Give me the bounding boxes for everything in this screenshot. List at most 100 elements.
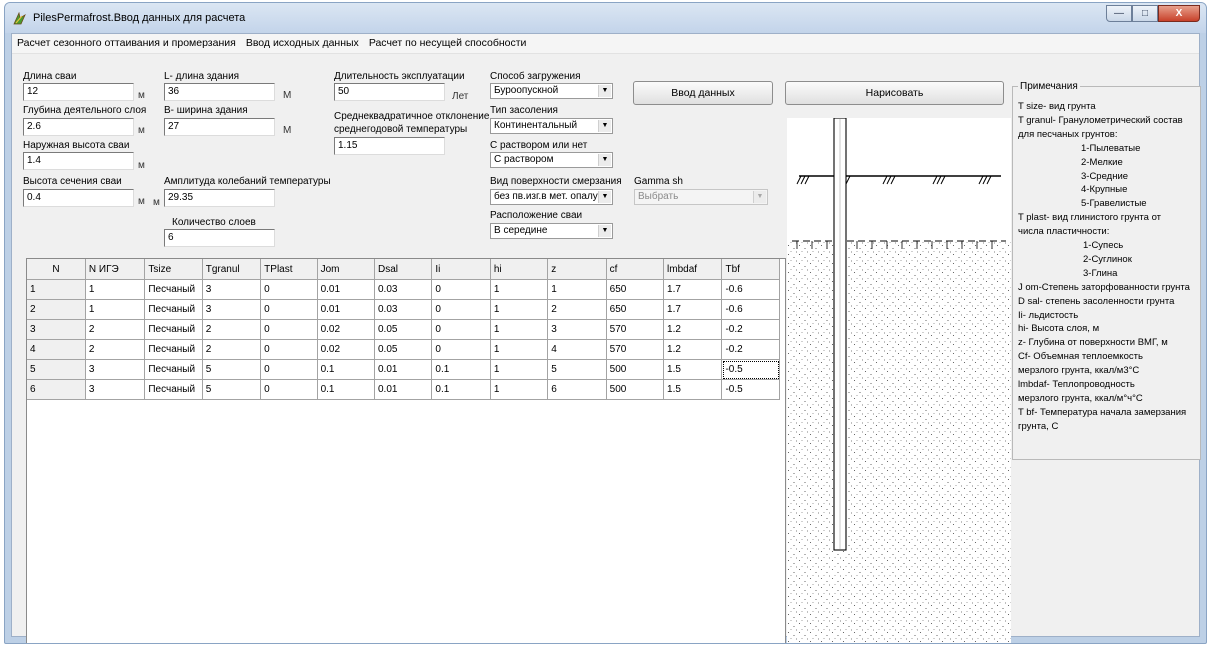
row-header-cell[interactable]: 3 (27, 319, 86, 340)
table-cell[interactable]: 1 (85, 279, 146, 300)
table-cell[interactable]: 0.1 (317, 359, 375, 380)
table-cell[interactable]: 0 (431, 279, 491, 300)
table-row[interactable]: 4 2 Песчаный 2 0 0.02 0.05 0 1 4 570 1.2 -0.2 (27, 339, 780, 360)
table-cell[interactable]: 0.1 (317, 379, 375, 400)
table-cell[interactable]: -0.6 (721, 279, 780, 300)
table-cell[interactable]: 2 (547, 299, 607, 320)
table-cell[interactable]: -0.5 (721, 379, 780, 400)
table-cell[interactable]: 0.02 (317, 339, 375, 360)
table-cell[interactable]: 3 (85, 379, 146, 400)
table-cell[interactable]: 1.2 (663, 319, 723, 340)
table-cell[interactable]: 570 (606, 339, 665, 360)
active-layer-input[interactable]: 2.6 (23, 118, 134, 136)
table-cell[interactable]: 1 (490, 359, 549, 380)
table-cell[interactable]: 0.01 (374, 359, 433, 380)
column-header[interactable]: Jom (317, 259, 375, 280)
row-header-cell[interactable]: 4 (27, 339, 86, 360)
input-data-button[interactable]: Ввод данных (633, 81, 773, 105)
table-cell[interactable]: 0.02 (317, 319, 375, 340)
pile-position-select[interactable]: В середине ▼ (490, 223, 613, 239)
title-bar[interactable]: PilesPermafrost.Ввод данных для расчета … (5, 3, 1206, 33)
service-duration-input[interactable]: 50 (334, 83, 445, 101)
minimize-button[interactable]: — (1106, 5, 1132, 22)
column-header[interactable]: Ii (431, 259, 491, 280)
freeze-surface-select[interactable]: без пв.изг.в мет. опалуб ▼ (490, 189, 613, 205)
table-cell[interactable]: 0 (260, 279, 318, 300)
table-cell[interactable]: 1 (490, 279, 549, 300)
table-cell[interactable]: 0 (431, 319, 491, 340)
table-cell[interactable]: -0.5 (721, 359, 780, 380)
table-cell[interactable]: 0.05 (374, 339, 433, 360)
table-cell[interactable]: 500 (606, 359, 665, 380)
table-cell[interactable]: Песчаный (144, 299, 203, 320)
table-cell[interactable]: 3 (202, 279, 262, 300)
table-cell[interactable]: Песчаный (144, 339, 203, 360)
table-cell[interactable]: 1.7 (663, 279, 723, 300)
table-cell[interactable]: -0.6 (721, 299, 780, 320)
column-header[interactable]: z (547, 259, 607, 280)
table-cell[interactable]: 4 (547, 339, 607, 360)
table-cell[interactable]: 3 (547, 319, 607, 340)
table-cell[interactable]: 0 (260, 319, 318, 340)
table-cell[interactable]: 3 (85, 359, 146, 380)
table-cell[interactable]: 1.2 (663, 339, 723, 360)
table-cell[interactable]: 0 (431, 339, 491, 360)
table-cell[interactable]: 2 (202, 339, 262, 360)
row-header-cell[interactable]: 1 (27, 279, 86, 300)
table-cell[interactable]: 3 (202, 299, 262, 320)
table-cell[interactable]: 1 (547, 279, 607, 300)
column-header[interactable]: Tsize (144, 259, 203, 280)
table-cell[interactable]: 1 (490, 299, 549, 320)
table-cell[interactable]: Песчаный (144, 279, 203, 300)
table-cell[interactable]: 1.5 (663, 359, 723, 380)
menu-input-data[interactable]: Ввод исходных данных (241, 34, 364, 53)
loading-method-select[interactable]: Буроопускной ▼ (490, 83, 613, 99)
table-cell[interactable]: 5 (202, 359, 262, 380)
table-cell[interactable]: 2 (85, 319, 146, 340)
table-cell[interactable]: 2 (85, 339, 146, 360)
table-cell[interactable]: 500 (606, 379, 665, 400)
chevron-down-icon[interactable]: ▼ (598, 120, 611, 132)
table-cell[interactable]: 650 (606, 299, 665, 320)
pile-outer-height-input[interactable]: 1.4 (23, 152, 134, 170)
soil-layers-grid[interactable]: N N ИГЭ Tsize Tgranul TPlast Jom Dsal Ii… (26, 258, 786, 643)
table-cell[interactable]: 1.7 (663, 299, 723, 320)
table-cell[interactable]: 650 (606, 279, 665, 300)
table-cell[interactable]: Песчаный (144, 359, 203, 380)
table-cell[interactable]: 0.03 (374, 279, 433, 300)
table-cell[interactable]: -0.2 (721, 319, 780, 340)
chevron-down-icon[interactable]: ▼ (598, 191, 611, 203)
table-cell[interactable]: 0.03 (374, 299, 433, 320)
table-cell[interactable]: 0.01 (317, 279, 375, 300)
table-row[interactable]: 6 3 Песчаный 5 0 0.1 0.01 0.1 1 6 500 1.5 -0.5 (27, 379, 780, 400)
maximize-button[interactable]: □ (1132, 5, 1158, 22)
table-cell[interactable]: 0 (260, 339, 318, 360)
chevron-down-icon[interactable]: ▼ (598, 154, 611, 166)
table-cell[interactable]: 2 (202, 319, 262, 340)
temp-amplitude-input[interactable]: 29.35 (164, 189, 275, 207)
close-button[interactable]: X (1158, 5, 1200, 22)
table-row[interactable]: 1 1 Песчаный 3 0 0.01 0.03 0 1 1 650 1.7 -0.6 (27, 279, 780, 300)
table-cell[interactable]: 1 (85, 299, 146, 320)
table-cell[interactable]: -0.2 (721, 339, 780, 360)
row-header-cell[interactable]: 5 (27, 359, 86, 380)
layer-count-input[interactable]: 6 (164, 229, 275, 247)
table-cell[interactable]: 0.1 (431, 379, 491, 400)
table-cell[interactable]: 0 (260, 359, 318, 380)
column-header[interactable]: Tbf (721, 259, 780, 280)
column-header[interactable]: N ИГЭ (85, 259, 146, 280)
building-width-input[interactable]: 27 (164, 118, 275, 136)
table-cell[interactable]: 1.5 (663, 379, 723, 400)
chevron-down-icon[interactable]: ▼ (598, 85, 611, 97)
table-row[interactable]: 2 1 Песчаный 3 0 0.01 0.03 0 1 2 650 1.7 -0.6 (27, 299, 780, 320)
column-header[interactable]: cf (606, 259, 665, 280)
salinity-type-select[interactable]: Континентальный ▼ (490, 118, 613, 134)
mortar-select[interactable]: С раствором ▼ (490, 152, 613, 168)
table-cell[interactable]: 1 (490, 379, 549, 400)
draw-button[interactable]: Нарисовать (785, 81, 1004, 105)
table-cell[interactable]: 0.01 (374, 379, 433, 400)
chevron-down-icon[interactable]: ▼ (598, 225, 611, 237)
column-header[interactable]: TPlast (260, 259, 318, 280)
table-cell[interactable]: 1 (490, 339, 549, 360)
column-header[interactable]: N (27, 259, 86, 280)
